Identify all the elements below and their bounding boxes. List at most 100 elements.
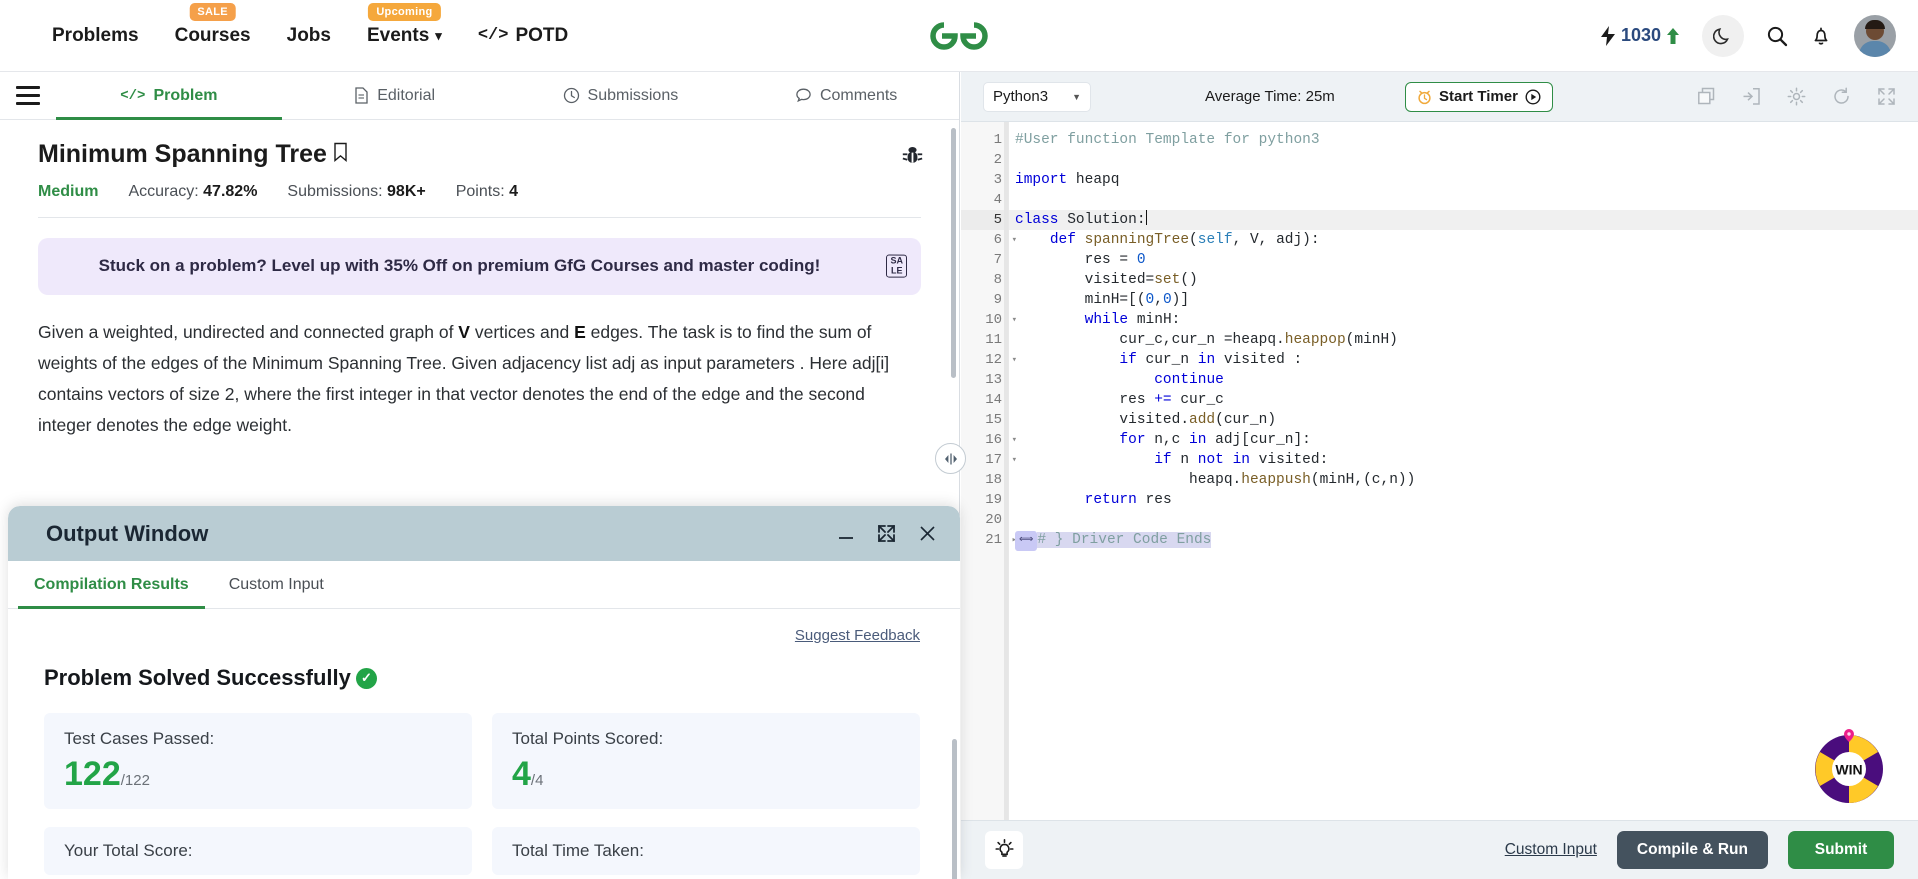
- code-line[interactable]: continue: [1009, 370, 1918, 390]
- code-line[interactable]: cur_c,cur_n =heapq.heappop(minH): [1009, 330, 1918, 350]
- bookmark-icon[interactable]: [333, 140, 348, 169]
- spin-wheel-label: WIN: [1835, 762, 1862, 778]
- code-line[interactable]: res += cur_c: [1009, 390, 1918, 410]
- geeksforgeeks-logo[interactable]: [926, 19, 992, 53]
- expand-icon: [878, 525, 895, 542]
- line-number: 14: [985, 392, 1002, 408]
- hint-button[interactable]: [985, 831, 1023, 869]
- tab-compilation-results[interactable]: Compilation Results: [18, 561, 205, 609]
- nav-label: Events: [366, 24, 430, 46]
- report-bug-icon[interactable]: [902, 144, 923, 171]
- line-number: 4: [993, 192, 1002, 208]
- tab-problem[interactable]: </> Problem: [56, 72, 282, 120]
- output-window-tabs: Compilation Results Custom Input: [8, 561, 960, 609]
- output-window-controls: [836, 523, 938, 544]
- code-editor-panel: Python3 ▼ Average Time: 25m Start Timer: [961, 72, 1918, 879]
- code-line[interactable]: #User function Template for python3: [1009, 130, 1918, 150]
- line-number: 5▾: [961, 210, 1017, 230]
- copy-button[interactable]: [1697, 87, 1716, 106]
- code-line[interactable]: visited.add(cur_n): [1009, 410, 1918, 430]
- code-line[interactable]: while minH:: [1009, 310, 1918, 330]
- code-vertical-rule: [1004, 122, 1008, 820]
- output-window-title: Output Window: [46, 520, 209, 546]
- minimize-button[interactable]: [836, 524, 856, 544]
- close-icon: [920, 526, 935, 541]
- spin-wheel-widget[interactable]: WIN: [1808, 725, 1890, 807]
- code-line[interactable]: class Solution:: [1009, 210, 1918, 230]
- suggest-feedback-link[interactable]: Suggest Feedback: [795, 627, 920, 644]
- code-editor[interactable]: 1 2 3 4 5▾ 6▾ 7 8 9 10▾ 11 12▾ 13 14 15 16▾ 17▾ 18 19 20 21▸…: [961, 122, 1918, 820]
- reset-button[interactable]: [1832, 87, 1851, 106]
- card-total-points-scored: Total Points Scored: 4/4: [492, 713, 920, 809]
- output-window: Output Window Compilation Results Custom…: [8, 506, 960, 879]
- code-line[interactable]: import heapq: [1009, 170, 1918, 190]
- import-button[interactable]: [1742, 87, 1761, 106]
- dark-mode-toggle[interactable]: [1702, 14, 1744, 57]
- menu-hamburger-button[interactable]: [0, 72, 56, 119]
- line-number: 17 ▾: [985, 452, 1017, 468]
- code-line[interactable]: for n,c in adj[cur_n]:: [1009, 430, 1918, 450]
- notifications-button[interactable]: [1810, 25, 1832, 47]
- promo-banner[interactable]: Stuck on a problem? Level up with 35% Of…: [38, 238, 921, 295]
- streak-count: 1030: [1620, 25, 1661, 45]
- user-avatar[interactable]: [1854, 14, 1896, 57]
- custom-input-link[interactable]: Custom Input: [1505, 841, 1597, 859]
- code-line[interactable]: [1009, 510, 1918, 530]
- nav-item-problems[interactable]: Problems: [52, 25, 139, 47]
- card-label: Total Time Taken:: [512, 841, 644, 860]
- tab-custom-input[interactable]: Custom Input: [213, 561, 340, 608]
- streak-counter[interactable]: 1030: [1600, 25, 1680, 46]
- page-title: Minimum Spanning Tree: [38, 140, 921, 169]
- desc-var-v: V: [458, 321, 470, 342]
- problem-title-text: Minimum Spanning Tree: [38, 140, 327, 168]
- lightbulb-icon: [994, 839, 1014, 857]
- expand-button[interactable]: [876, 523, 897, 544]
- code-line[interactable]: minH=[(0,0)]: [1009, 290, 1918, 310]
- panel-resize-handle[interactable]: [935, 443, 966, 474]
- code-line[interactable]: if cur_n in visited :: [1009, 350, 1918, 370]
- line-number: 18: [985, 472, 1002, 488]
- card-total-time-taken: Total Time Taken:: [492, 827, 920, 875]
- editor-toolbar-icons: [1697, 87, 1896, 106]
- search-button[interactable]: [1766, 25, 1788, 47]
- code-content[interactable]: #User function Template for python3 impo…: [1004, 122, 1918, 820]
- gfg-logo-icon: [930, 21, 988, 50]
- line-number: 12 ▾: [985, 352, 1017, 368]
- nav-item-potd[interactable]: </> POTD: [478, 25, 568, 47]
- fullscreen-button[interactable]: [1877, 87, 1896, 106]
- card-value-number: 122: [64, 755, 121, 793]
- compile-run-button[interactable]: Compile & Run: [1616, 831, 1768, 869]
- submissions-value: 98K+: [387, 183, 426, 200]
- submit-button[interactable]: Submit: [1788, 831, 1894, 869]
- nav-item-events[interactable]: Upcoming Events ▾: [366, 2, 442, 47]
- code-line[interactable]: if n not in visited:: [1009, 450, 1918, 470]
- code-line[interactable]: visited=set(): [1009, 270, 1918, 290]
- tab-comments[interactable]: Comments: [733, 72, 959, 119]
- tab-label: Problem: [153, 86, 218, 104]
- code-line[interactable]: [1009, 190, 1918, 210]
- line-number: 16 ▾: [985, 432, 1017, 448]
- card-test-cases-passed: Test Cases Passed: 122/122: [44, 713, 472, 809]
- start-timer-button[interactable]: Start Timer: [1405, 81, 1553, 112]
- nav-item-courses[interactable]: SALE Courses: [175, 2, 251, 47]
- tab-submissions[interactable]: Submissions: [508, 72, 734, 119]
- line-number: 11: [985, 332, 1002, 348]
- code-line[interactable]: heapq.heappush(minH,(c,n)): [1009, 470, 1918, 490]
- hamburger-line: [16, 86, 40, 89]
- code-line[interactable]: [1009, 150, 1918, 170]
- code-line[interactable]: res = 0: [1009, 250, 1918, 270]
- language-selector[interactable]: Python3 ▼: [983, 81, 1091, 112]
- nav-right-group: 1030: [1600, 14, 1896, 57]
- status-text: Problem Solved Successfully: [44, 665, 351, 690]
- tab-editorial[interactable]: Editorial: [282, 72, 508, 119]
- settings-button[interactable]: [1787, 87, 1806, 106]
- code-line[interactable]: ⟺ # } Driver Code Ends: [1009, 530, 1918, 551]
- code-line[interactable]: def spanningTree(self, V, adj):: [1009, 230, 1918, 250]
- output-scrollbar[interactable]: [952, 739, 957, 879]
- points-stat: Points: 4: [456, 183, 518, 201]
- card-label: Test Cases Passed:: [64, 729, 215, 748]
- code-line[interactable]: return res: [1009, 490, 1918, 510]
- nav-item-jobs[interactable]: Jobs: [287, 25, 331, 47]
- accuracy-value: 47.82%: [203, 183, 258, 200]
- close-button[interactable]: [917, 523, 938, 544]
